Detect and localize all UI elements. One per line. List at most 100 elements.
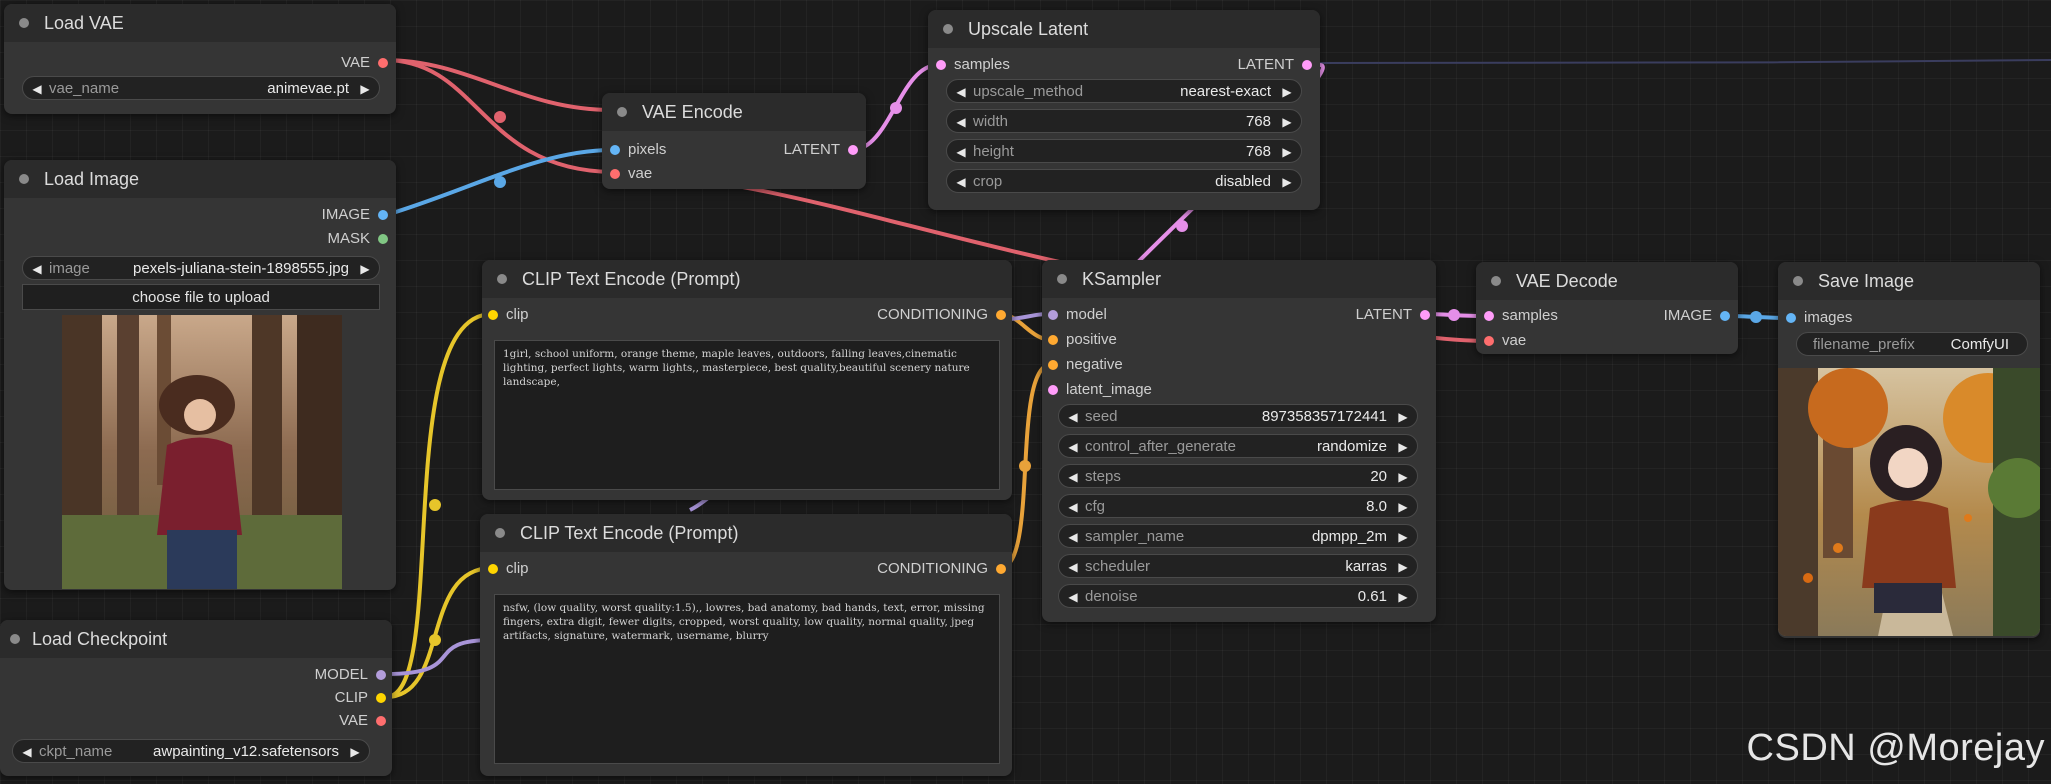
width-number[interactable]: ◀ width 768 ▶ [946, 109, 1302, 133]
latent-output-dot-icon[interactable] [1302, 60, 1312, 70]
collapse-dot-icon[interactable] [497, 274, 507, 284]
load-checkpoint-title[interactable]: Load Checkpoint [0, 620, 392, 658]
mask-output-dot-icon[interactable] [378, 234, 388, 244]
input-clip[interactable]: clip [488, 304, 608, 326]
arrow-left-icon[interactable]: ◀ [1063, 585, 1083, 609]
clip-output-dot-icon[interactable] [376, 693, 386, 703]
clip-positive-title[interactable]: CLIP Text Encode (Prompt) [482, 260, 1012, 298]
vae-input-dot-icon[interactable] [1484, 336, 1494, 346]
control-after-generate-combo[interactable]: ◀ control_after_generate randomize ▶ [1058, 434, 1418, 458]
steps-number[interactable]: ◀ steps 20 ▶ [1058, 464, 1418, 488]
output-mask[interactable]: MASK [188, 228, 388, 250]
output-clip[interactable]: CLIP [186, 687, 386, 709]
collapse-dot-icon[interactable] [617, 107, 627, 117]
positive-prompt-textarea[interactable]: 1girl, school uniform, orange theme, map… [494, 340, 1000, 490]
ksampler-node[interactable]: KSampler model positive negative latent_… [1042, 260, 1436, 622]
arrow-left-icon[interactable]: ◀ [27, 77, 47, 101]
output-vae[interactable]: VAE [188, 52, 388, 74]
samples-input-dot-icon[interactable] [1484, 311, 1494, 321]
ckpt-name-combo[interactable]: ◀ ckpt_name awpainting_v12.safetensors ▶ [12, 739, 370, 763]
crop-combo[interactable]: ◀ crop disabled ▶ [946, 169, 1302, 193]
arrow-left-icon[interactable]: ◀ [17, 740, 37, 764]
input-vae[interactable]: vae [610, 163, 730, 185]
clip-text-encode-negative-node[interactable]: CLIP Text Encode (Prompt) clip CONDITION… [480, 514, 1012, 776]
vae-encode-title[interactable]: VAE Encode [602, 93, 866, 131]
collapse-dot-icon[interactable] [1057, 274, 1067, 284]
sampler-name-combo[interactable]: ◀ sampler_name dpmpp_2m ▶ [1058, 524, 1418, 548]
arrow-left-icon[interactable]: ◀ [1063, 555, 1083, 579]
filename-prefix-text[interactable]: filename_prefix ComfyUI [1796, 332, 2028, 356]
denoise-number[interactable]: ◀ denoise 0.61 ▶ [1058, 584, 1418, 608]
save-image-node[interactable]: Save Image images filename_prefix ComfyU… [1778, 262, 2040, 638]
arrow-right-icon[interactable]: ▶ [1393, 495, 1413, 519]
collapse-dot-icon[interactable] [19, 174, 29, 184]
image-output-dot-icon[interactable] [378, 210, 388, 220]
arrow-right-icon[interactable]: ▶ [1393, 525, 1413, 549]
vae-decode-node[interactable]: VAE Decode samples vae IMAGE [1476, 262, 1738, 354]
vae-output-dot-icon[interactable] [378, 58, 388, 68]
collapse-dot-icon[interactable] [10, 634, 20, 644]
output-conditioning[interactable]: CONDITIONING [806, 304, 1006, 326]
input-positive[interactable]: positive [1048, 329, 1208, 351]
output-vae[interactable]: VAE [186, 710, 386, 732]
pixels-input-dot-icon[interactable] [610, 145, 620, 155]
arrow-right-icon[interactable]: ▶ [1393, 465, 1413, 489]
save-image-title[interactable]: Save Image [1778, 262, 2040, 300]
cfg-number[interactable]: ◀ cfg 8.0 ▶ [1058, 494, 1418, 518]
arrow-right-icon[interactable]: ▶ [1393, 405, 1413, 429]
arrow-right-icon[interactable]: ▶ [1393, 555, 1413, 579]
load-vae-node[interactable]: Load VAE VAE ◀ vae_name animevae.pt ▶ [4, 4, 396, 114]
negative-input-dot-icon[interactable] [1048, 360, 1058, 370]
seed-number[interactable]: ◀ seed 897358357172441 ▶ [1058, 404, 1418, 428]
arrow-right-icon[interactable]: ▶ [1277, 140, 1297, 164]
upscale-latent-title[interactable]: Upscale Latent [928, 10, 1320, 48]
output-image[interactable]: IMAGE [1610, 305, 1730, 327]
input-samples[interactable]: samples [1484, 305, 1604, 327]
arrow-left-icon[interactable]: ◀ [1063, 465, 1083, 489]
input-images[interactable]: images [1786, 307, 1906, 329]
clip-text-encode-positive-node[interactable]: CLIP Text Encode (Prompt) clip CONDITION… [482, 260, 1012, 500]
arrow-right-icon[interactable]: ▶ [355, 77, 375, 101]
output-model[interactable]: MODEL [186, 664, 386, 686]
input-clip[interactable]: clip [488, 558, 608, 580]
vae-output-dot-icon[interactable] [376, 716, 386, 726]
vae-encode-node[interactable]: VAE Encode pixels vae LATENT [602, 93, 866, 189]
load-image-node[interactable]: Load Image IMAGE MASK ◀ image pexels-jul… [4, 160, 396, 590]
output-latent[interactable]: LATENT [1270, 304, 1430, 326]
arrow-left-icon[interactable]: ◀ [27, 257, 47, 281]
arrow-left-icon[interactable]: ◀ [1063, 405, 1083, 429]
upscale-method-combo[interactable]: ◀ upscale_method nearest-exact ▶ [946, 79, 1302, 103]
collapse-dot-icon[interactable] [19, 18, 29, 28]
clip-input-dot-icon[interactable] [488, 564, 498, 574]
arrow-left-icon[interactable]: ◀ [1063, 525, 1083, 549]
input-vae[interactable]: vae [1484, 330, 1604, 352]
model-output-dot-icon[interactable] [376, 670, 386, 680]
arrow-right-icon[interactable]: ▶ [1393, 435, 1413, 459]
arrow-right-icon[interactable]: ▶ [355, 257, 375, 281]
negative-prompt-textarea[interactable]: nsfw, (low quality, worst quality:1.5),,… [494, 594, 1000, 764]
arrow-right-icon[interactable]: ▶ [1277, 170, 1297, 194]
images-input-dot-icon[interactable] [1786, 313, 1796, 323]
vae-decode-title[interactable]: VAE Decode [1476, 262, 1738, 300]
arrow-right-icon[interactable]: ▶ [1277, 110, 1297, 134]
arrow-left-icon[interactable]: ◀ [1063, 435, 1083, 459]
model-input-dot-icon[interactable] [1048, 310, 1058, 320]
output-image[interactable]: IMAGE [188, 204, 388, 226]
collapse-dot-icon[interactable] [495, 528, 505, 538]
arrow-left-icon[interactable]: ◀ [951, 170, 971, 194]
output-latent[interactable]: LATENT [1152, 54, 1312, 76]
vae-name-combo[interactable]: ◀ vae_name animevae.pt ▶ [22, 76, 380, 100]
arrow-left-icon[interactable]: ◀ [951, 140, 971, 164]
output-latent[interactable]: LATENT [738, 139, 858, 161]
input-pixels[interactable]: pixels [610, 139, 730, 161]
load-checkpoint-node[interactable]: Load Checkpoint MODEL CLIP VAE ◀ ckpt_na… [0, 620, 392, 776]
arrow-right-icon[interactable]: ▶ [1277, 80, 1297, 104]
arrow-right-icon[interactable]: ▶ [345, 740, 365, 764]
height-number[interactable]: ◀ height 768 ▶ [946, 139, 1302, 163]
collapse-dot-icon[interactable] [943, 24, 953, 34]
vae-input-dot-icon[interactable] [610, 169, 620, 179]
latent-output-dot-icon[interactable] [1420, 310, 1430, 320]
samples-input-dot-icon[interactable] [936, 60, 946, 70]
ksampler-title[interactable]: KSampler [1042, 260, 1436, 298]
load-image-title[interactable]: Load Image [4, 160, 396, 198]
